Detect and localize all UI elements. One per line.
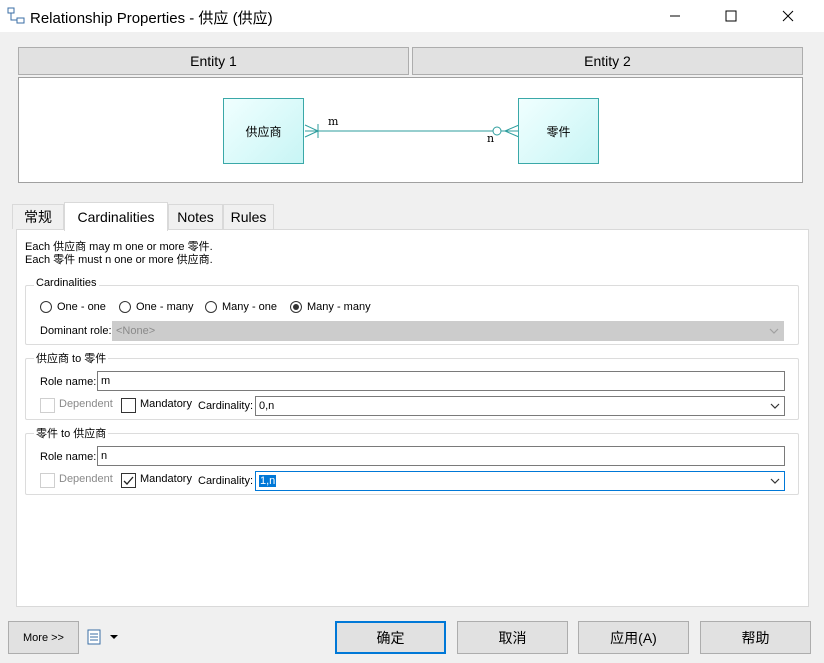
chevron-down-icon (770, 403, 780, 409)
maximize-icon (725, 10, 737, 22)
radio-many-many[interactable]: Many - many (290, 301, 371, 313)
radio-one-many-label: One - many (136, 301, 194, 313)
cancel-button-label: 取消 (498, 629, 527, 646)
chevron-down-icon (770, 478, 780, 484)
tab-notes[interactable]: Notes (168, 204, 223, 229)
chevron-down-icon (769, 328, 779, 334)
dominant-role-select[interactable]: <None> (112, 321, 784, 341)
role1-group-title: 供应商 to 零件 (34, 350, 109, 366)
role1-role-name-input[interactable]: m (97, 371, 785, 391)
role2-cardinality-label: Cardinality: (198, 475, 254, 487)
dominant-role-label: Dominant role: (40, 325, 112, 337)
role2-role-name-label: Role name: (40, 451, 97, 463)
entity1-header-button[interactable]: Entity 1 (18, 47, 409, 75)
radio-many-many-indicator (290, 301, 302, 313)
entity2-header-label: Entity 2 (584, 53, 631, 69)
role1-group: 供应商 to 零件 Role name: m Dependent Mandato… (25, 350, 799, 420)
apply-button-label: 应用(A) (610, 629, 657, 646)
tab-cardinalities[interactable]: Cardinalities (64, 202, 168, 231)
role1-diagram-label: m (328, 115, 339, 128)
role1-cardinality-label: Cardinality: (198, 400, 254, 412)
relationship-line (304, 124, 520, 138)
role2-role-name-value: n (101, 450, 108, 462)
role2-role-name-input[interactable]: n (97, 446, 785, 466)
checkmark-icon (123, 476, 134, 485)
entity1-box[interactable]: 供应商 (223, 98, 304, 164)
minimize-icon (670, 15, 680, 17)
close-icon (782, 10, 794, 22)
radio-one-many-indicator (119, 301, 131, 313)
print-dropdown-icon[interactable] (87, 628, 121, 646)
cardinalities-group-title: Cardinalities (34, 277, 99, 289)
tab-cardinalities-label: Cardinalities (77, 209, 155, 225)
entity1-name: 供应商 (245, 124, 282, 139)
cardinalities-group: Cardinalities One - one One - many Many … (25, 277, 799, 345)
role2-cardinality-select[interactable]: 1,n (255, 471, 785, 491)
entity2-name: 零件 (546, 124, 571, 139)
role1-cardinality-value: 0,n (259, 400, 275, 412)
help-button-label: 帮助 (741, 629, 770, 646)
maximize-button[interactable] (703, 0, 759, 32)
role2-dependent-label: Dependent (59, 473, 113, 485)
radio-many-one[interactable]: Many - one (205, 301, 277, 313)
radio-many-many-label: Many - many (307, 301, 371, 313)
title-bar: Relationship Properties - 供应 (供应) (0, 0, 824, 32)
window-title: Relationship Properties - 供应 (供应) (30, 10, 273, 27)
description-line-2: Each 零件 must n one or more 供应商. (25, 254, 213, 266)
role2-diagram-label: n (487, 132, 495, 145)
role2-mandatory-checkbox[interactable] (121, 473, 136, 488)
entity1-header-label: Entity 1 (190, 53, 237, 69)
role1-dependent-label: Dependent (59, 398, 113, 410)
role1-dependent-checkbox[interactable] (40, 398, 55, 413)
relationship-diagram: 供应商 零件 m n (18, 77, 803, 183)
role1-role-name-value: m (101, 375, 111, 387)
cancel-button[interactable]: 取消 (457, 621, 568, 654)
help-button[interactable]: 帮助 (700, 621, 811, 654)
more-button[interactable]: More >> (8, 621, 79, 654)
radio-one-one[interactable]: One - one (40, 301, 106, 313)
ok-button[interactable]: 确定 (335, 621, 446, 654)
role1-mandatory-checkbox[interactable] (121, 398, 136, 413)
role1-mandatory-label: Mandatory (140, 398, 192, 410)
entity2-header-button[interactable]: Entity 2 (412, 47, 803, 75)
apply-button[interactable]: 应用(A) (578, 621, 689, 654)
role2-dependent-checkbox[interactable] (40, 473, 55, 488)
role2-group-title: 零件 to 供应商 (34, 425, 109, 441)
radio-one-one-indicator (40, 301, 52, 313)
tab-rules-label: Rules (230, 209, 267, 225)
radio-one-many[interactable]: One - many (119, 301, 193, 313)
role1-cardinality-select[interactable]: 0,n (255, 396, 785, 416)
tab-general-label: 常规 (24, 209, 52, 225)
role1-role-name-label: Role name: (40, 376, 97, 388)
tab-general[interactable]: 常规 (12, 204, 64, 229)
role2-cardinality-value: 1,n (259, 475, 277, 487)
tab-notes-label: Notes (177, 209, 214, 225)
entity2-box[interactable]: 零件 (518, 98, 599, 164)
cardinalities-panel: Each 供应商 may m one or more 零件. Each 零件 m… (16, 229, 809, 607)
ok-button-label: 确定 (376, 629, 405, 646)
more-button-label: More >> (23, 631, 64, 644)
minimize-button[interactable] (647, 0, 703, 32)
relationship-app-icon (7, 7, 25, 24)
description-line-1: Each 供应商 may m one or more 零件. (25, 241, 213, 253)
role2-group: 零件 to 供应商 Role name: n Dependent Mandato… (25, 425, 799, 495)
role2-mandatory-label: Mandatory (140, 473, 192, 485)
tab-rules[interactable]: Rules (223, 204, 274, 229)
radio-many-one-indicator (205, 301, 217, 313)
dominant-role-value: <None> (116, 325, 156, 337)
radio-many-one-label: Many - one (222, 301, 278, 313)
radio-one-one-label: One - one (57, 301, 106, 313)
close-button[interactable] (760, 0, 816, 32)
